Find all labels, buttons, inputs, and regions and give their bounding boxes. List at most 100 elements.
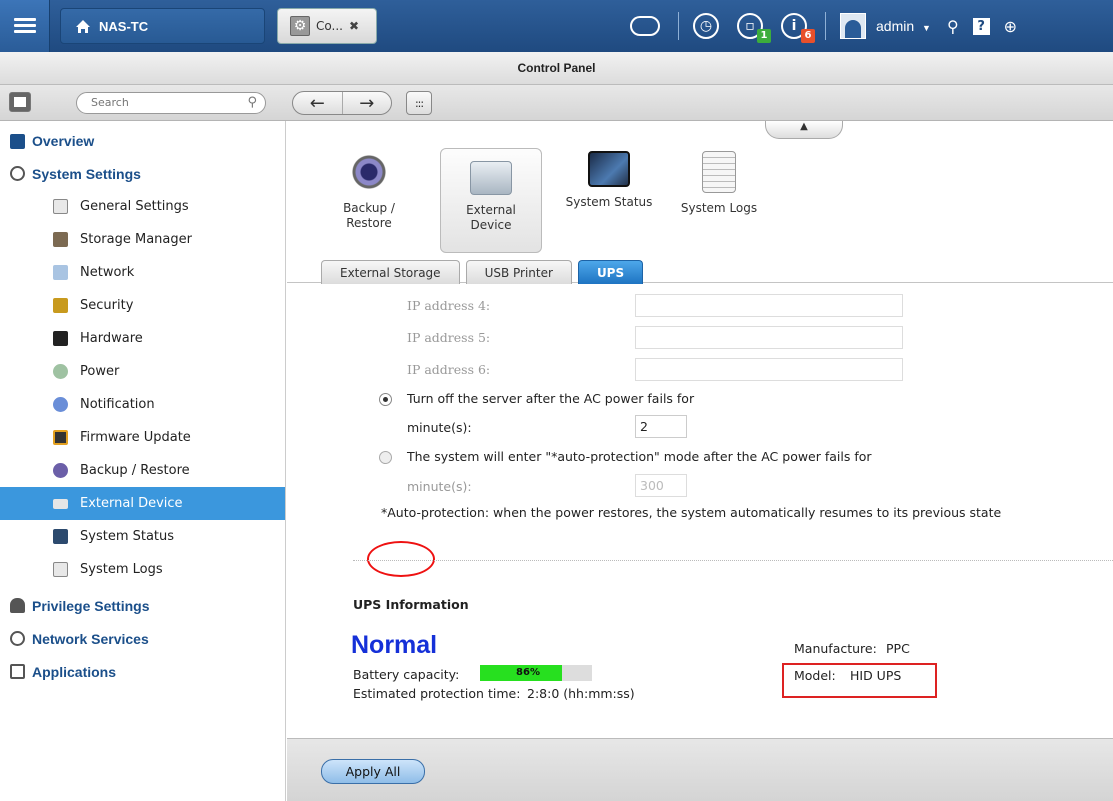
sidebar-item-overview[interactable]: Overview (0, 124, 285, 157)
navigation-buttons: ← → (292, 91, 392, 115)
network-icon (53, 265, 68, 280)
main-menu-button[interactable] (0, 0, 50, 52)
avatar[interactable] (840, 13, 866, 39)
monitor-icon (588, 151, 630, 187)
sidebar: Overview System Settings General Setting… (0, 121, 286, 801)
app-label: Restore (346, 216, 392, 230)
battery-label: Battery capacity: (353, 667, 460, 682)
sidebar-item-power[interactable]: Power (0, 355, 285, 388)
control-panel-tab[interactable]: ⚙ Co... ✖ (277, 8, 377, 44)
sidebar-item-privilege-settings[interactable]: Privilege Settings (0, 589, 285, 622)
user-menu[interactable]: admin ▼ (876, 18, 931, 34)
battery-bar: 86% (480, 665, 592, 681)
sidebar-item-firmware-update[interactable]: Firmware Update (0, 421, 285, 454)
search-icon[interactable]: ⚲ (947, 17, 959, 36)
home-tab[interactable]: NAS-TC (60, 8, 265, 44)
grid-view-button[interactable]: ::: (406, 91, 432, 115)
turn-off-radio[interactable] (379, 393, 392, 406)
sidebar-item-system-settings[interactable]: System Settings (0, 157, 285, 190)
chevron-down-icon: ▼ (922, 23, 931, 33)
app-label: Device (470, 218, 512, 232)
sidebar-item-system-status[interactable]: System Status (0, 520, 285, 553)
sidebar-item-network-services[interactable]: Network Services (0, 622, 285, 655)
help-icon[interactable]: ? (972, 17, 990, 35)
sidebar-item-label: Privilege Settings (32, 597, 150, 614)
ip5-input[interactable] (635, 326, 903, 349)
app-external-device[interactable]: External Device (440, 148, 542, 253)
model-value: HID UPS (850, 668, 902, 683)
auto-protection-minutes-input[interactable]: 300 (635, 474, 687, 497)
sidebar-item-network[interactable]: Network (0, 256, 285, 289)
sidebar-item-label: Backup / Restore (80, 463, 190, 478)
storage-icon (53, 232, 68, 247)
info-icon[interactable]: i 6 (781, 13, 815, 43)
turn-off-minutes-input[interactable]: 2 (635, 415, 687, 438)
sidebar-item-security[interactable]: Security (0, 289, 285, 322)
tab-external-storage[interactable]: External Storage (321, 260, 460, 284)
sidebar-item-label: Notification (80, 397, 155, 412)
ip6-input[interactable] (635, 358, 903, 381)
sidebar-item-notification[interactable]: Notification (0, 388, 285, 421)
sidebar-item-label: Power (80, 364, 120, 379)
home-tab-label: NAS-TC (99, 18, 149, 34)
footer-bar: Apply All (287, 738, 1113, 801)
search-input[interactable] (91, 96, 241, 109)
auto-protection-radio[interactable] (379, 451, 392, 464)
log-icon (702, 151, 736, 193)
back-button[interactable]: ← (293, 92, 343, 114)
chevron-up-icon: ▲ (800, 121, 808, 132)
subtab-bar: External Storage USB Printer UPS (321, 260, 649, 284)
app-backup-restore[interactable]: Backup / Restore (319, 151, 419, 231)
sidebar-item-applications[interactable]: Applications (0, 655, 285, 688)
sidebar-item-label: General Settings (80, 199, 189, 214)
external-device-icon (470, 161, 512, 195)
tab-usb-printer[interactable]: USB Printer (465, 260, 572, 284)
apply-all-button[interactable]: Apply All (321, 759, 425, 784)
sidebar-item-storage-manager[interactable]: Storage Manager (0, 223, 285, 256)
ip4-input[interactable] (635, 294, 903, 317)
close-icon[interactable]: ✖ (349, 19, 359, 33)
sidebar-item-system-logs[interactable]: System Logs (0, 553, 285, 586)
sidebar-item-general-settings[interactable]: General Settings (0, 190, 285, 223)
main-panel: ▲ Backup / Restore External Device Syste… (287, 121, 1113, 738)
sidebar-item-label: System Logs (80, 562, 163, 577)
globe-icon (10, 631, 25, 646)
manufacture-label: Manufacture: (794, 641, 877, 656)
app-system-logs[interactable]: System Logs (669, 151, 769, 216)
app-label: Backup / (343, 201, 395, 215)
globe-icon[interactable]: ⊕ (1004, 17, 1017, 36)
protection-time-label: Estimated protection time: (353, 686, 521, 701)
sidebar-item-label: External Device (80, 496, 183, 511)
search-icon[interactable]: ⚲ (247, 95, 257, 110)
app-system-status[interactable]: System Status (559, 151, 659, 210)
external-device-icon[interactable]: ▫ 1 (737, 13, 771, 43)
home-icon (76, 19, 90, 33)
sidebar-item-label: Overview (32, 132, 95, 149)
log-icon (53, 562, 68, 577)
hamburger-icon (13, 18, 36, 34)
sidebar-item-hardware[interactable]: Hardware (0, 322, 285, 355)
sidebar-item-external-device[interactable]: External Device (0, 487, 285, 520)
sidebar-item-label: Security (80, 298, 134, 313)
sidebar-item-backup-restore[interactable]: Backup / Restore (0, 454, 285, 487)
forward-button[interactable]: → (343, 92, 392, 114)
minutes-label: minute(s): (407, 479, 472, 494)
firmware-icon (53, 430, 68, 445)
separator (678, 12, 679, 40)
control-panel-icon: ⚙ (290, 16, 310, 36)
window-title-bar: Control Panel (0, 52, 1113, 85)
toggle-sidebar-button[interactable] (9, 92, 31, 112)
battery-percent: 86% (516, 667, 540, 678)
overview-icon (10, 134, 25, 149)
collapse-toggle[interactable]: ▲ (765, 121, 843, 139)
external-device-icon (53, 499, 68, 509)
hardware-icon (53, 331, 68, 346)
info-badge: 6 (801, 29, 815, 43)
sidebar-item-label: Network (80, 265, 135, 280)
clock-icon[interactable]: ◷ (693, 13, 719, 39)
cloud-icon[interactable] (630, 16, 660, 36)
search-box[interactable]: ⚲ (76, 92, 266, 114)
tab-ups[interactable]: UPS (577, 260, 644, 284)
backup-icon (53, 463, 68, 478)
divider (353, 560, 1113, 561)
